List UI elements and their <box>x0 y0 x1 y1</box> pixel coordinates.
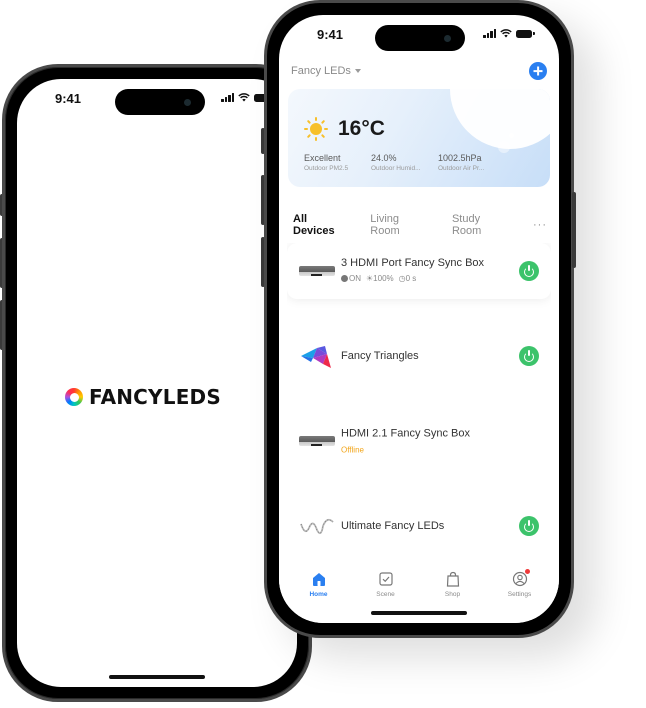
color-ring-logo-icon <box>65 388 83 406</box>
brightness-indicator: ☀100% <box>366 274 394 283</box>
signal-icon <box>221 93 234 102</box>
device-status: ON ☀100% ◷0 s <box>341 274 484 283</box>
device-card[interactable]: 3 HDMI Port Fancy Sync Box ON ☀100% ◷0 s <box>287 243 551 299</box>
device-list: 3 HDMI Port Fancy Sync Box ON ☀100% ◷0 s <box>287 243 551 565</box>
weather-card[interactable]: 16°C Excellent Outdoor PM2.5 24.0% Outdo… <box>288 89 550 187</box>
power-toggle[interactable] <box>519 346 539 366</box>
status-time: 9:41 <box>317 27 344 42</box>
scene-checkbox-icon <box>378 572 393 586</box>
status-icons <box>483 29 535 38</box>
state-dot-icon <box>341 274 348 282</box>
temperature: 16°C <box>338 117 385 140</box>
tab-all-devices[interactable]: All Devices <box>293 213 350 237</box>
splash-screen: 9:41 FANCYLEDS <box>17 79 297 687</box>
device-name: HDMI 2.1 Fancy Sync Box <box>341 427 470 440</box>
power-side-button <box>572 192 576 268</box>
tab-bar-label: Shop <box>444 591 461 598</box>
stat-label: Outdoor Air Pr... <box>438 165 485 172</box>
home-indicator[interactable] <box>371 611 467 615</box>
home-selector[interactable]: Fancy LEDs <box>291 65 361 77</box>
stat-value: 1002.5hPa <box>438 153 482 163</box>
front-phone: 9:41 Fancy LEDs 16°C Excellent Outdoor P… <box>264 0 574 638</box>
sparkle-decoration <box>509 133 514 138</box>
tab-bar-label: Home <box>309 591 328 598</box>
device-name: Fancy Triangles <box>341 350 419 362</box>
sun-icon <box>304 117 328 141</box>
triangles-panel-image <box>301 346 331 368</box>
state-indicator: ON <box>341 274 361 283</box>
notification-badge <box>524 569 530 574</box>
sync-box-image <box>299 259 337 283</box>
wifi-icon <box>500 29 512 38</box>
app-header: Fancy LEDs <box>291 59 547 83</box>
status-bar: 9:41 <box>279 15 559 63</box>
offline-status: Offline <box>341 445 364 455</box>
sync-box-image <box>299 429 337 453</box>
status-icons <box>221 93 273 102</box>
status-bar: 9:41 <box>17 79 297 127</box>
led-strip-image <box>300 518 334 535</box>
moon-decoration <box>450 89 550 149</box>
stat-value: Excellent <box>304 153 341 163</box>
brightness-text: 100% <box>373 273 394 283</box>
tab-bar-home[interactable]: Home <box>289 565 349 623</box>
tab-living-room[interactable]: Living Room <box>370 213 430 237</box>
state-text: ON <box>349 273 361 283</box>
power-toggle[interactable] <box>519 261 539 281</box>
tab-study-room[interactable]: Study Room <box>452 213 511 237</box>
shopping-bag-icon <box>446 571 459 587</box>
tab-bar-label: Scene <box>376 591 395 598</box>
brand-name: FANCYLEDS <box>89 385 221 409</box>
device-card[interactable]: Fancy Triangles <box>287 328 551 384</box>
stat-air-pressure: 1002.5hPa Outdoor Air Pr... <box>438 153 505 172</box>
dynamic-island <box>375 25 465 51</box>
wifi-icon <box>238 93 250 102</box>
room-tabs: All Devices Living Room Study Room ··· <box>293 213 547 237</box>
user-settings-icon <box>512 569 530 587</box>
signal-icon <box>483 29 496 38</box>
app-screen: 9:41 Fancy LEDs 16°C Excellent Outdoor P… <box>279 15 559 623</box>
clock-icon: ◷ <box>398 273 406 283</box>
add-device-button[interactable] <box>529 62 547 80</box>
stat-label: Outdoor PM2.5 <box>304 165 349 172</box>
stat-pm25: Excellent Outdoor PM2.5 <box>304 153 371 172</box>
weather-summary: 16°C <box>304 117 385 141</box>
device-name: Ultimate Fancy LEDs <box>341 520 445 532</box>
status-time: 9:41 <box>55 91 82 106</box>
tab-bar-settings[interactable]: Settings <box>490 565 550 623</box>
stat-value: 24.0% <box>371 153 397 163</box>
more-tabs-icon[interactable]: ··· <box>533 219 547 231</box>
timer-indicator: ◷0 s <box>399 274 417 283</box>
device-name: 3 HDMI Port Fancy Sync Box <box>341 256 485 269</box>
home-indicator[interactable] <box>109 675 205 679</box>
stat-label: Outdoor Humid... <box>371 165 421 172</box>
home-icon <box>312 573 325 586</box>
device-card[interactable]: HDMI 2.1 Fancy Sync Box Offline <box>287 413 551 469</box>
dynamic-island <box>115 89 205 115</box>
device-card[interactable]: Ultimate Fancy LEDs <box>287 498 551 554</box>
sparkle-decoration <box>498 141 510 153</box>
weather-stats: Excellent Outdoor PM2.5 24.0% Outdoor Hu… <box>304 153 505 172</box>
power-toggle[interactable] <box>519 516 539 536</box>
stat-humidity: 24.0% Outdoor Humid... <box>371 153 438 172</box>
timer-text: 0 s <box>405 273 417 283</box>
battery-icon <box>516 29 535 38</box>
home-name: Fancy LEDs <box>291 65 351 77</box>
tab-bar-label: Settings <box>507 591 532 598</box>
brand-logo: FANCYLEDS <box>65 385 221 409</box>
caret-down-icon <box>354 69 361 73</box>
